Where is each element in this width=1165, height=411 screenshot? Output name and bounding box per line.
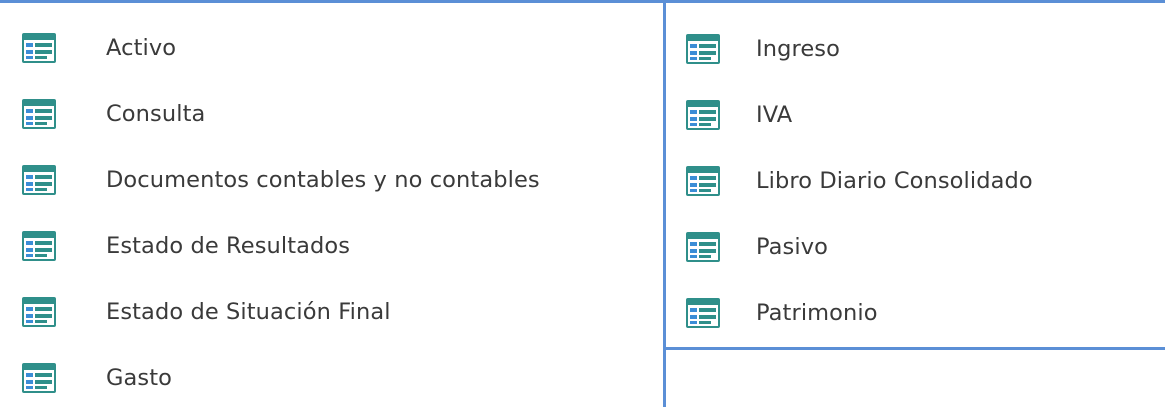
form-icon — [686, 100, 720, 130]
form-item-estado-de-resultados[interactable]: Estado de Resultados — [0, 213, 665, 279]
form-icon — [686, 298, 720, 328]
column-divider — [663, 350, 666, 407]
form-item-gasto[interactable]: Gasto — [0, 345, 665, 411]
form-item-label: Estado de Resultados — [106, 233, 351, 259]
form-icon — [22, 297, 56, 327]
form-item-activo[interactable]: Activo — [0, 15, 665, 81]
form-item-label: IVA — [756, 102, 793, 128]
form-icon — [22, 363, 56, 393]
form-icon — [686, 232, 720, 262]
form-icon — [22, 33, 56, 63]
form-item-iva[interactable]: IVA — [666, 82, 1165, 148]
form-item-label: Documentos contables y no contables — [106, 167, 540, 193]
left-form-list: Activo Consulta Documentos contables y n… — [0, 15, 665, 411]
form-item-label: Estado de Situación Final — [106, 299, 391, 325]
left-object-list-panel: Activo Consulta Documentos contables y n… — [0, 0, 665, 407]
right-form-list: Ingreso IVA Libro Diario Consolidado Pas… — [666, 16, 1165, 346]
form-item-label: Activo — [106, 35, 177, 61]
form-item-pasivo[interactable]: Pasivo — [666, 214, 1165, 280]
form-icon — [686, 34, 720, 64]
form-icon — [22, 165, 56, 195]
form-item-ingreso[interactable]: Ingreso — [666, 16, 1165, 82]
form-icon — [22, 231, 56, 261]
form-item-libro-diario-consolidado[interactable]: Libro Diario Consolidado — [666, 148, 1165, 214]
right-object-list-panel: Ingreso IVA Libro Diario Consolidado Pas… — [663, 0, 1165, 350]
form-item-estado-de-situacion-final[interactable]: Estado de Situación Final — [0, 279, 665, 345]
form-item-label: Pasivo — [756, 234, 829, 260]
form-item-consulta[interactable]: Consulta — [0, 81, 665, 147]
form-item-label: Gasto — [106, 365, 173, 391]
form-icon — [686, 166, 720, 196]
form-item-label: Libro Diario Consolidado — [756, 168, 1033, 194]
form-item-label: Patrimonio — [756, 300, 878, 326]
form-item-label: Consulta — [106, 101, 206, 127]
form-item-patrimonio[interactable]: Patrimonio — [666, 280, 1165, 346]
form-item-documentos-contables-y-no-contables[interactable]: Documentos contables y no contables — [0, 147, 665, 213]
form-item-label: Ingreso — [756, 36, 840, 62]
form-icon — [22, 99, 56, 129]
